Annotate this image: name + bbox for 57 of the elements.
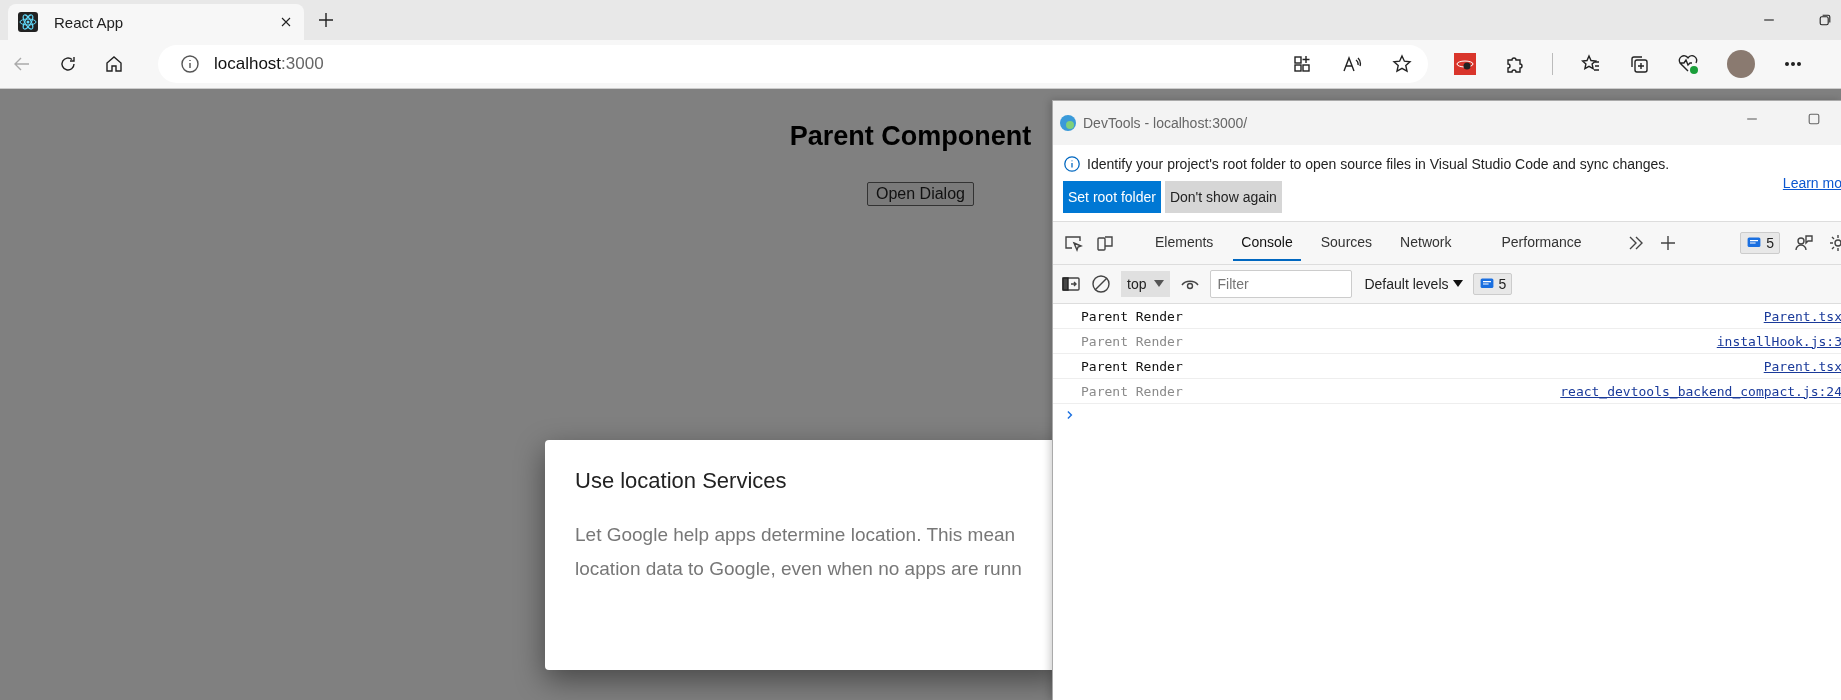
profile-avatar[interactable] — [1727, 50, 1755, 78]
learn-more-link[interactable]: Learn mo — [1782, 175, 1841, 191]
console-message: Parent Render — [1081, 358, 1183, 374]
infobar-message: Identify your project's root folder to open source files in Visual Studio Code and sync changes. — [1087, 156, 1670, 172]
home-icon[interactable] — [104, 54, 124, 74]
refresh-icon[interactable] — [58, 54, 78, 74]
devtools-tab[interactable]: Elements — [1147, 225, 1222, 261]
read-aloud-icon[interactable] — [1342, 54, 1362, 74]
console-message: Parent Render — [1081, 383, 1183, 399]
source-link[interactable]: Parent.tsx — [1763, 308, 1841, 324]
new-tab-icon[interactable] — [316, 10, 336, 30]
console-message: Parent Render — [1081, 308, 1183, 324]
dropdown-arrow-icon — [1154, 280, 1165, 288]
inspect-icon[interactable] — [1063, 233, 1083, 253]
filter-field[interactable]: Filter — [1210, 270, 1353, 298]
collections-icon[interactable] — [1629, 54, 1649, 74]
devtools-tab[interactable]: Network — [1392, 225, 1460, 261]
app-grid-icon[interactable] — [1292, 54, 1312, 74]
levels-dropdown[interactable]: Default levels — [1364, 276, 1463, 292]
health-icon[interactable] — [1677, 53, 1699, 75]
issues-badge[interactable]: 5 — [1740, 232, 1780, 254]
favorites-icon[interactable] — [1581, 54, 1601, 74]
source-link[interactable]: react_devtools_backend_compact.js:24 — [1560, 383, 1841, 399]
clear-console-icon[interactable] — [1091, 274, 1111, 294]
tab-title: React App — [54, 13, 125, 31]
react-logo-icon — [18, 12, 38, 32]
source-link[interactable]: installHook.js:3 — [1716, 333, 1841, 349]
dropdown-arrow-icon — [1452, 280, 1463, 288]
page-heading: Parent Component — [789, 121, 1032, 152]
edge-logo-icon — [1059, 114, 1077, 132]
dont-show-again-button[interactable]: Don't show again — [1164, 181, 1282, 213]
browser-tab[interactable]: React App — [8, 4, 304, 40]
restore-icon[interactable] — [1817, 12, 1833, 28]
feedback-icon[interactable] — [1794, 233, 1814, 253]
dialog-text: Let Google help apps determine location. This mean — [575, 523, 1017, 547]
context-dropdown[interactable]: top — [1121, 271, 1171, 297]
message-count-badge[interactable]: 5 — [1472, 273, 1513, 295]
maximize-icon[interactable] — [1806, 111, 1822, 127]
devtools-tab[interactable]: Performance — [1493, 225, 1590, 261]
devtools-title: DevTools - localhost:3000/ — [1083, 115, 1248, 131]
dialog-text: location data to Google, even when no apps are runn — [575, 557, 1023, 581]
dialog-title: Use location Services — [575, 468, 788, 494]
open-dialog-button[interactable]: Open Dialog — [867, 182, 974, 206]
devtools-tab[interactable]: Console — [1233, 225, 1301, 261]
address-text: localhost:3000 — [214, 54, 324, 74]
source-link[interactable]: Parent.tsx — [1763, 358, 1841, 374]
device-icon[interactable] — [1095, 233, 1115, 253]
star-icon[interactable] — [1392, 54, 1412, 74]
info-icon — [1063, 155, 1081, 173]
set-root-folder-button[interactable]: Set root folder — [1063, 181, 1161, 213]
info-icon — [180, 54, 200, 74]
extension-icon[interactable] — [1454, 53, 1476, 75]
address-bar[interactable]: localhost:3000 — [158, 45, 1428, 83]
puzzle-icon[interactable] — [1504, 54, 1524, 74]
devtools-tab[interactable]: Sources — [1312, 225, 1381, 261]
console-message: Parent Render — [1081, 333, 1183, 349]
sidebar-icon[interactable] — [1061, 274, 1081, 294]
